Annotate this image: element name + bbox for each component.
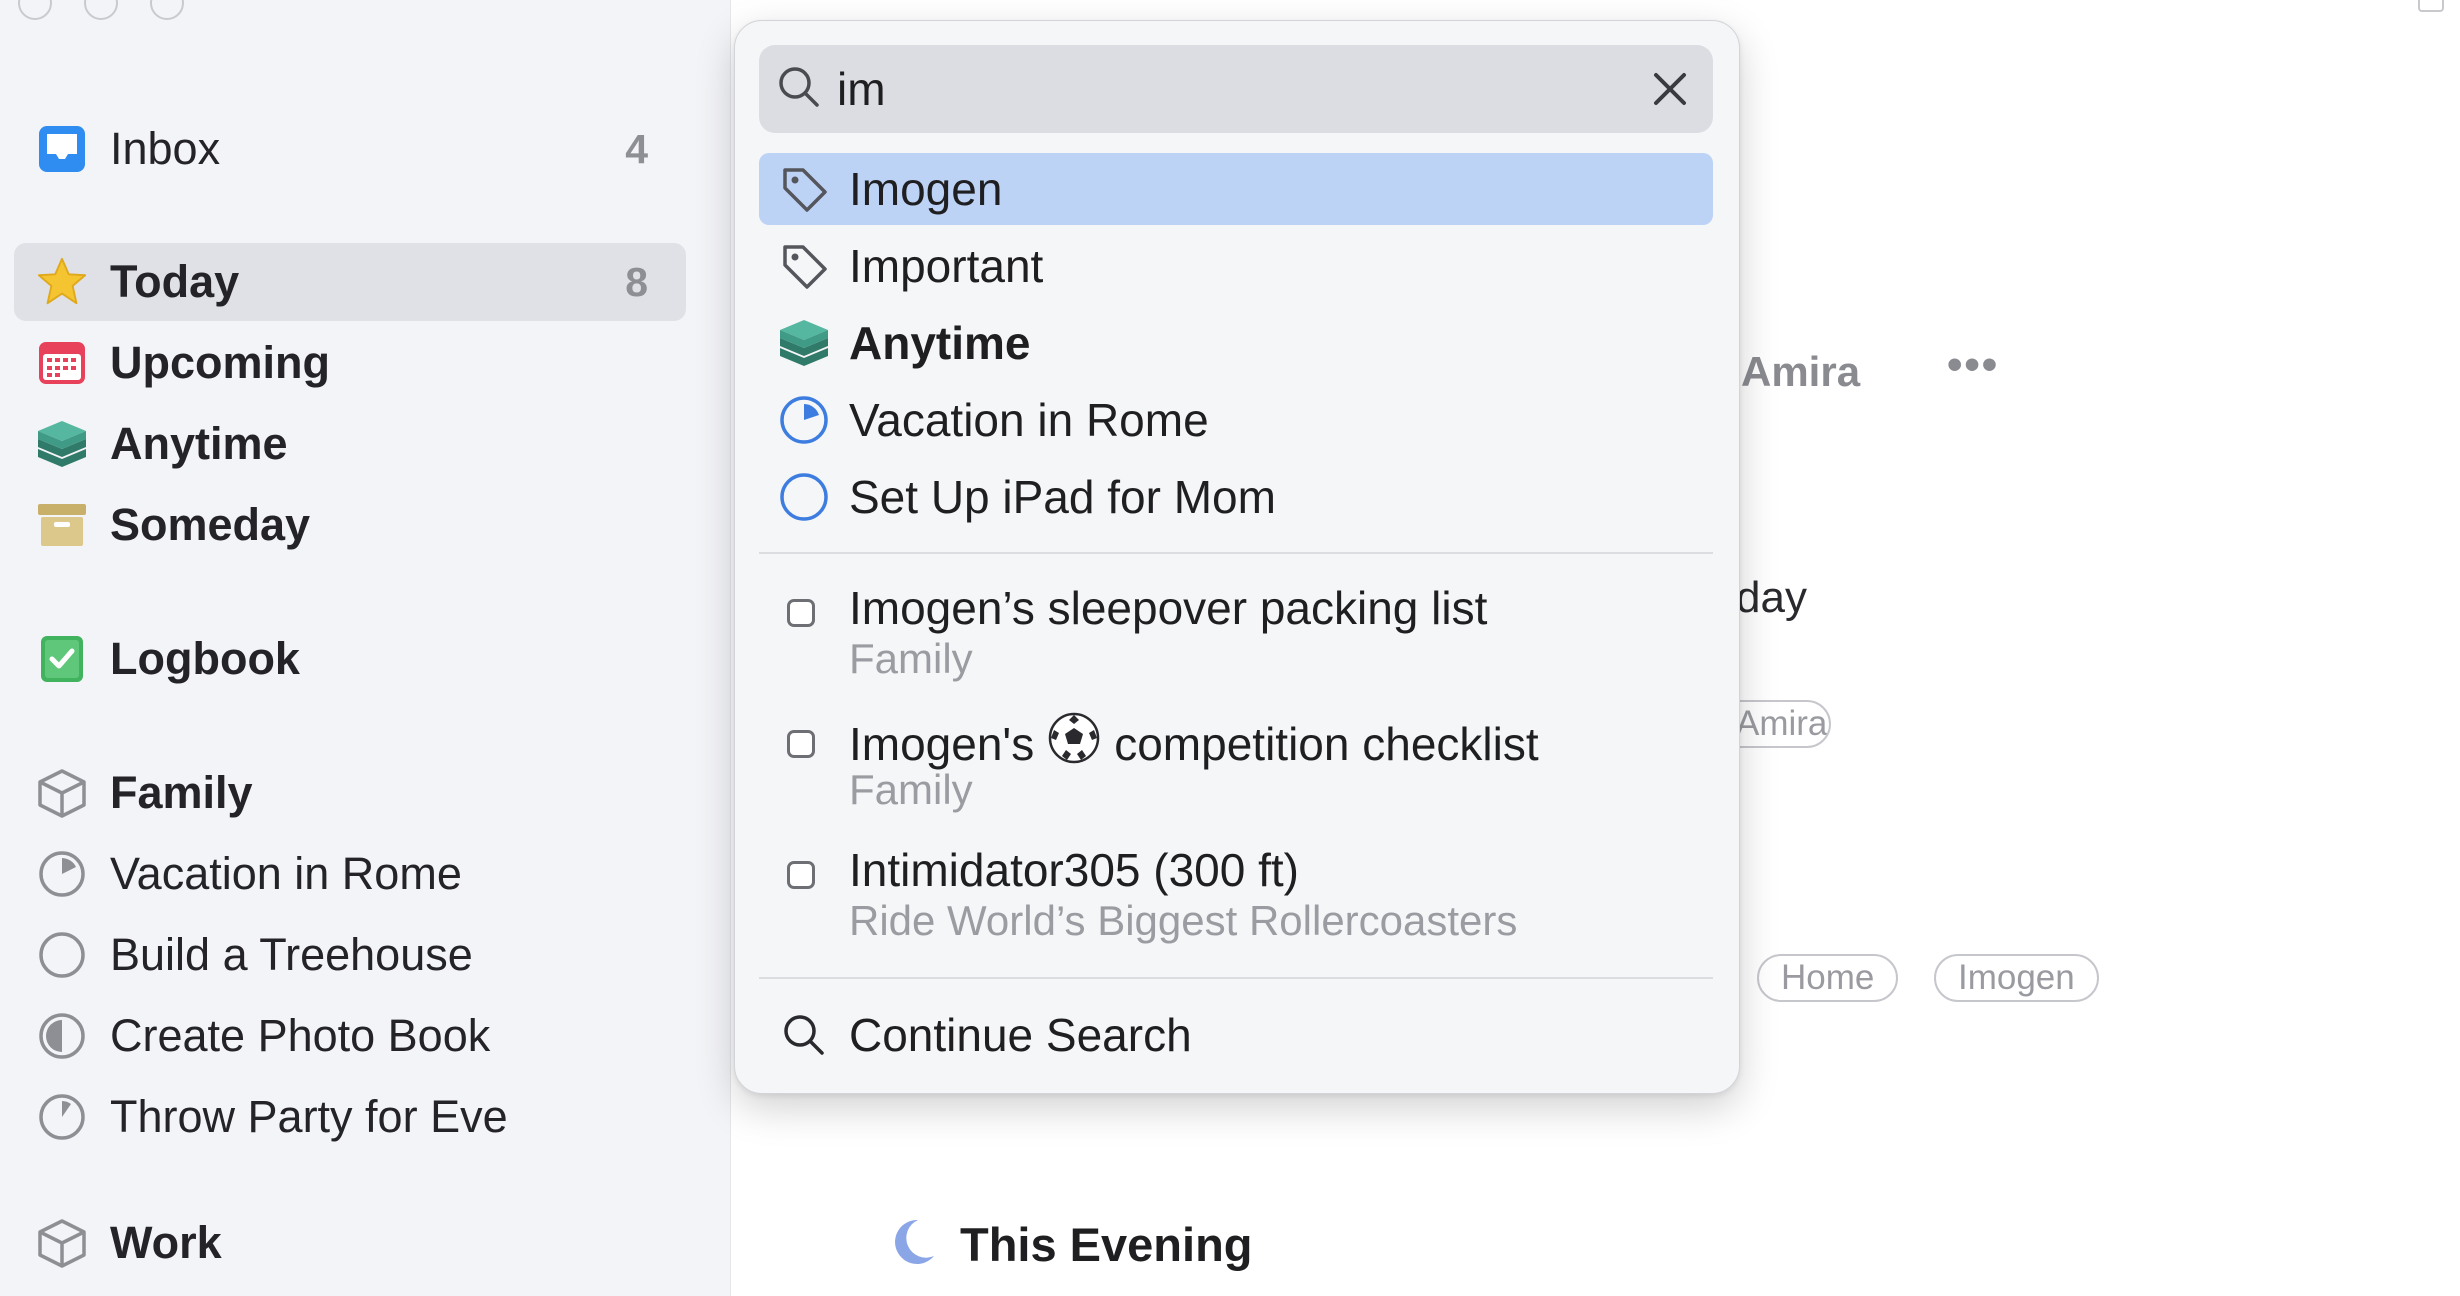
inbox-count: 4 [625,125,648,172]
sidebar-project-throw-party-for-eve[interactable]: Throw Party for Eve [14,1078,686,1156]
sidebar-area-work[interactable]: Work [14,1204,686,1282]
sidebar-item-label: Family [110,767,253,818]
sidebar-item-label: Inbox [110,123,221,174]
partial-heading: day [1736,573,1807,622]
close-window-button[interactable] [18,0,52,20]
sidebar-item-today[interactable]: Today 8 [14,243,686,321]
divider [759,977,1713,979]
project-progress-icon [36,848,88,900]
checkbox[interactable] [787,599,815,627]
sidebar-item-label: Anytime [110,418,288,469]
result-todo[interactable]: Imogen’s sleepover packing list Family [759,581,1713,699]
result-tag-imogen[interactable]: Imogen [759,153,1713,225]
project-progress-icon [36,1091,88,1143]
calendar-icon [36,337,88,389]
todo-subtitle: Family [849,766,973,813]
clear-search-button[interactable] [1645,64,1695,114]
sidebar-project-build-a-treehouse[interactable]: Build a Treehouse [14,916,686,994]
result-label: Vacation in Rome [849,394,1209,446]
close-icon [1654,73,1686,105]
tag-icon [777,162,831,216]
soccer-ball-icon [1048,712,1100,775]
sidebar-item-label: Upcoming [110,337,330,388]
sidebar-item-inbox[interactable]: Inbox 4 [14,110,686,188]
quick-find-popover: im Imogen Important Anytime Vacation in … [734,20,1740,1094]
inbox-icon [36,123,88,175]
todo-subtitle: Ride World’s Biggest Rollercoasters [849,897,1518,944]
tag-pill-home[interactable]: Home [1757,954,1899,1002]
tag-icon [777,239,831,293]
sidebar-item-anytime[interactable]: Anytime [14,405,686,483]
result-label: Set Up iPad for Mom [849,471,1276,523]
area-cube-icon [36,767,88,819]
search-icon [777,1008,831,1062]
layers-icon [777,316,831,370]
sidebar-item-logbook[interactable]: Logbook [14,620,686,698]
result-project-vacation-in-rome[interactable]: Vacation in Rome [759,384,1713,456]
sidebar-item-label: Build a Treehouse [110,929,473,980]
more-options-button[interactable]: ••• [1947,340,1999,390]
result-tag-important[interactable]: Important [759,230,1713,302]
sidebar-item-label: Today [110,256,240,307]
todo-title-part: competition checklist [1114,717,1539,770]
zoom-window-button[interactable] [150,0,184,20]
sidebar-area-family[interactable]: Family [14,754,686,832]
search-icon [777,65,821,114]
todo-subtitle: Family [849,635,973,682]
sidebar: Inbox 4 Today 8 Upcoming Anytime Someday… [0,0,731,1296]
result-todo[interactable]: Imogen's competition checklist Family [759,712,1713,830]
todo-title: Imogen’s sleepover packing list [849,582,1488,634]
logbook-check-icon [36,633,88,685]
sidebar-item-label: Work [110,1217,222,1268]
sidebar-item-label: Vacation in Rome [110,848,462,899]
sidebar-item-upcoming[interactable]: Upcoming [14,324,686,402]
result-label: Imogen [849,163,1003,215]
result-label: Important [849,240,1044,292]
moon-icon [886,1216,938,1273]
today-count: 8 [625,258,648,305]
window-controls [18,0,184,20]
continue-search-label: Continue Search [849,1009,1192,1061]
project-progress-icon [777,470,831,524]
sidebar-item-label: Create Photo Book [110,1010,491,1061]
tag-pill-imogen[interactable]: Imogen [1934,954,2099,1002]
todo-title: Intimidator305 (300 ft) [849,844,1300,896]
section-title: This Evening [960,1218,1253,1271]
sidebar-item-label: Someday [110,499,311,550]
result-project-set-up-ipad[interactable]: Set Up iPad for Mom [759,461,1713,533]
result-todo[interactable]: Intimidator305 (300 ft) Ride World’s Big… [759,843,1713,961]
archive-box-icon [36,499,88,551]
sidebar-project-vacation-in-rome[interactable]: Vacation in Rome [14,835,686,913]
sidebar-item-label: Throw Party for Eve [110,1091,508,1142]
minimize-window-button[interactable] [84,0,118,20]
star-icon [36,256,88,308]
sidebar-item-someday[interactable]: Someday [14,486,686,564]
search-query[interactable]: im [837,62,1645,116]
sidebar-item-label: Logbook [110,633,300,684]
checkbox[interactable] [787,730,815,758]
continue-search-button[interactable]: Continue Search [759,999,1713,1071]
checkbox[interactable] [787,861,815,889]
project-progress-icon [36,1010,88,1062]
result-list-anytime[interactable]: Anytime [759,307,1713,379]
window-corner-control[interactable] [2418,0,2444,12]
result-label: Anytime [849,317,1031,369]
todo-title-part: Imogen's [849,717,1035,770]
this-evening-section: This Evening [886,1216,1253,1273]
area-cube-icon [36,1217,88,1269]
sidebar-project-create-photo-book[interactable]: Create Photo Book [14,997,686,1075]
project-progress-icon [36,929,88,981]
search-input[interactable]: im [759,45,1713,133]
layers-icon [36,418,88,470]
divider [759,552,1713,554]
project-progress-icon [777,393,831,447]
person-heading: Amira [1741,348,1861,395]
